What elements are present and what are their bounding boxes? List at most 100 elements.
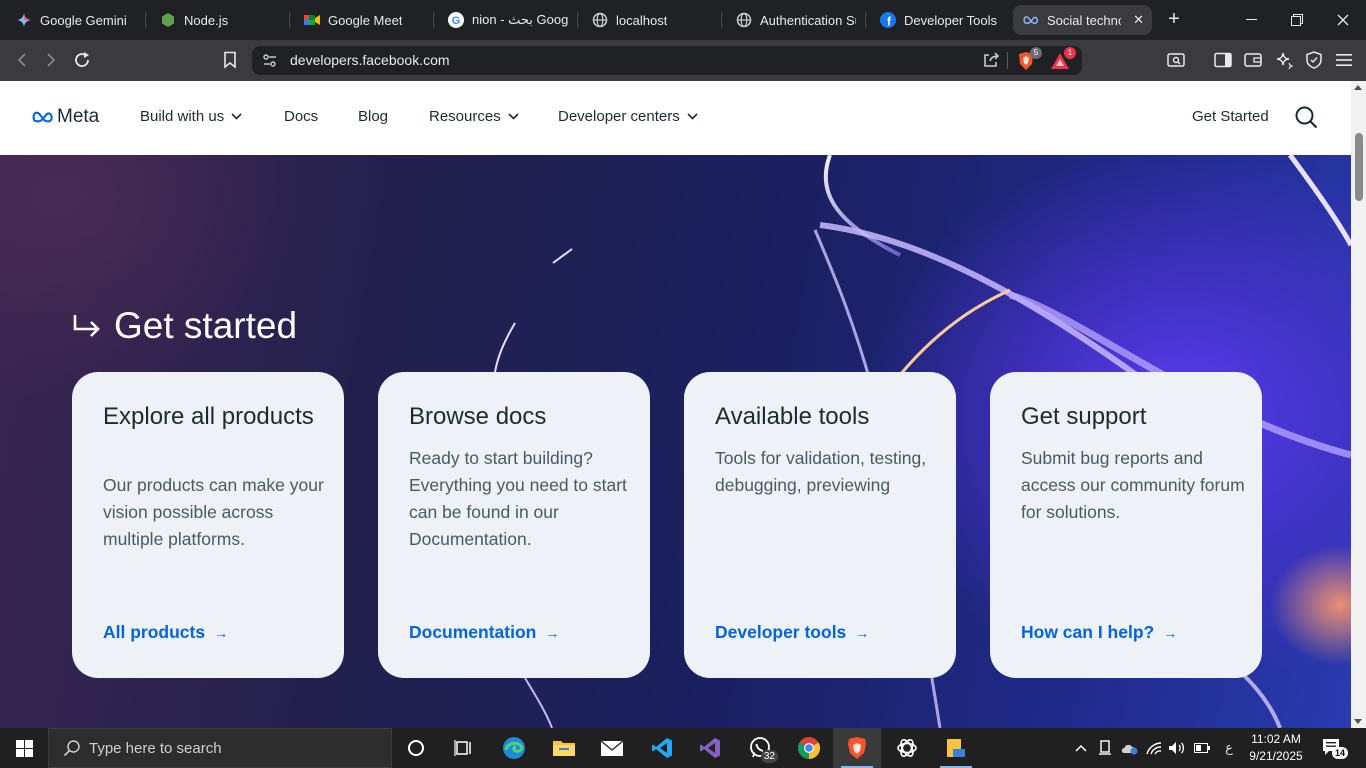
nav-blog[interactable]: Blog <box>358 108 388 125</box>
speaker-icon <box>1169 742 1185 754</box>
edge-icon <box>503 737 525 759</box>
tray-onedrive-icon[interactable] <box>1118 728 1140 768</box>
taskbar-mail[interactable] <box>588 728 636 768</box>
task-view-button[interactable] <box>440 728 488 768</box>
tab-google-meet[interactable]: Google Meet <box>304 5 428 35</box>
tray-device-icon[interactable] <box>1095 728 1115 768</box>
close-tab-icon[interactable]: ✕ <box>1133 12 1144 28</box>
card-available-tools[interactable]: Available tools Tools for validation, te… <box>684 372 956 678</box>
taskbar-chrome[interactable] <box>785 728 833 768</box>
card-get-support[interactable]: Get support Submit bug reports and acces… <box>990 372 1262 678</box>
search-tabs-icon[interactable] <box>1163 48 1189 72</box>
taskbar-vscode[interactable] <box>638 728 686 768</box>
sidebar-toggle-icon[interactable] <box>1210 48 1236 72</box>
meta-logo[interactable]: Meta <box>32 106 99 128</box>
card-explore-products[interactable]: Explore all products Our products can ma… <box>72 372 344 678</box>
wallet-icon[interactable] <box>1240 48 1266 72</box>
forward-button[interactable] <box>38 48 64 72</box>
taskbar-search-box[interactable]: Type here to search <box>48 728 392 768</box>
task-view-icon <box>454 740 471 756</box>
show-hidden-icons-button[interactable] <box>1071 728 1091 768</box>
input-language-indicator[interactable]: ع <box>1220 728 1238 768</box>
taskbar-file-explorer[interactable] <box>540 728 588 768</box>
tab-authentication[interactable]: Authentication Su <box>736 5 856 35</box>
card-browse-docs[interactable]: Browse docs Ready to start building? Eve… <box>378 372 650 678</box>
vpn-shield-icon[interactable] <box>1301 48 1327 72</box>
tab-title: nion - بحث Googl <box>472 12 568 27</box>
tab-title: Google Gemini <box>40 12 127 28</box>
url-text[interactable]: developers.facebook.com <box>290 52 450 68</box>
windows-start-button[interactable] <box>0 728 48 768</box>
taskbar-sticky-notes[interactable] <box>932 728 980 768</box>
reload-button[interactable] <box>69 48 95 72</box>
logo-text: Meta <box>57 106 100 127</box>
site-settings-icon[interactable] <box>262 53 278 74</box>
documentation-link[interactable]: Documentation → <box>409 622 559 643</box>
close-window-button[interactable] <box>1320 0 1366 40</box>
brave-shields-icon[interactable]: 5 <box>1015 47 1042 72</box>
scroll-up-arrow-icon[interactable] <box>1354 85 1362 90</box>
scroll-down-arrow-icon[interactable] <box>1354 719 1362 724</box>
tab-separator <box>145 12 146 28</box>
minimize-button[interactable] <box>1228 0 1274 40</box>
notification-center-button[interactable]: 14 <box>1322 738 1349 761</box>
how-can-i-help-link[interactable]: How can I help? → <box>1021 622 1177 643</box>
nav-build-with-us[interactable]: Build with us <box>140 108 242 125</box>
tab-social-technologies[interactable]: Social techno ✕ <box>1013 5 1152 35</box>
hero-heading: Get started <box>72 305 297 347</box>
wifi-icon <box>1146 742 1162 755</box>
taskbar-chatgpt[interactable] <box>883 728 931 768</box>
tab-title: Developer Tools - <box>904 12 1000 28</box>
tab-google-gemini[interactable]: Google Gemini <box>16 5 140 35</box>
arrow-right-icon: → <box>545 624 560 641</box>
card-title: Available tools <box>715 403 870 430</box>
search-icon[interactable] <box>1295 106 1318 134</box>
taskbar-visual-studio[interactable] <box>686 728 734 768</box>
nav-label: Build with us <box>140 108 225 125</box>
google-icon: G <box>448 12 464 28</box>
link-label: Documentation <box>409 622 537 642</box>
tab-google-search[interactable]: G nion - بحث Googl <box>448 5 568 35</box>
vscode-icon <box>652 738 672 758</box>
taskbar-clock[interactable]: 11:02 AM 9/21/2025 <box>1240 731 1312 765</box>
address-bar[interactable]: developers.facebook.com 5 1 <box>252 46 1082 75</box>
page-viewport: Meta Build with us Docs Blog Resources D… <box>0 81 1351 728</box>
all-products-link[interactable]: All products → <box>103 622 228 643</box>
nav-docs[interactable]: Docs <box>284 108 318 125</box>
globe-icon <box>736 12 752 28</box>
new-tab-button[interactable]: + <box>1164 8 1184 30</box>
taskbar-brave[interactable] <box>833 728 881 768</box>
tab-developer-tools[interactable]: f Developer Tools - <box>880 5 1000 35</box>
nav-developer-centers[interactable]: Developer centers <box>558 108 698 125</box>
scrollbar-thumb[interactable] <box>1355 133 1363 201</box>
tab-localhost[interactable]: localhost <box>592 5 712 35</box>
bookmark-icon[interactable] <box>217 48 243 72</box>
clock-date: 9/21/2025 <box>1249 749 1303 763</box>
back-button[interactable] <box>9 48 35 72</box>
share-icon[interactable] <box>982 51 1000 74</box>
leo-ai-icon[interactable] <box>1271 48 1297 72</box>
chevron-down-icon <box>687 113 698 120</box>
meta-logo-icon <box>32 111 53 123</box>
menu-icon[interactable] <box>1331 48 1357 72</box>
restore-button[interactable] <box>1274 0 1320 40</box>
globe-icon <box>592 12 608 28</box>
hero-title-text: Get started <box>114 305 298 346</box>
taskbar-edge[interactable] <box>490 728 538 768</box>
tray-wifi-icon[interactable] <box>1143 728 1165 768</box>
return-arrow-icon <box>73 315 100 337</box>
site-header: Meta Build with us Docs Blog Resources D… <box>0 81 1351 155</box>
facebook-icon: f <box>880 12 896 28</box>
notification-count-badge: 14 <box>1332 747 1349 759</box>
get-started-link[interactable]: Get Started <box>1192 108 1269 125</box>
tray-volume-icon[interactable] <box>1166 728 1188 768</box>
google-meet-icon <box>304 12 320 28</box>
taskbar-whatsapp[interactable]: 32 <box>736 728 784 768</box>
page-scrollbar[interactable] <box>1351 81 1366 728</box>
cortana-button[interactable] <box>392 728 440 768</box>
tray-battery-icon[interactable] <box>1191 728 1213 768</box>
developer-tools-link[interactable]: Developer tools → <box>715 622 869 643</box>
brave-rewards-icon[interactable]: 1 <box>1049 47 1076 72</box>
nav-resources[interactable]: Resources <box>429 108 519 125</box>
tab-nodejs[interactable]: Node.js <box>160 5 282 35</box>
